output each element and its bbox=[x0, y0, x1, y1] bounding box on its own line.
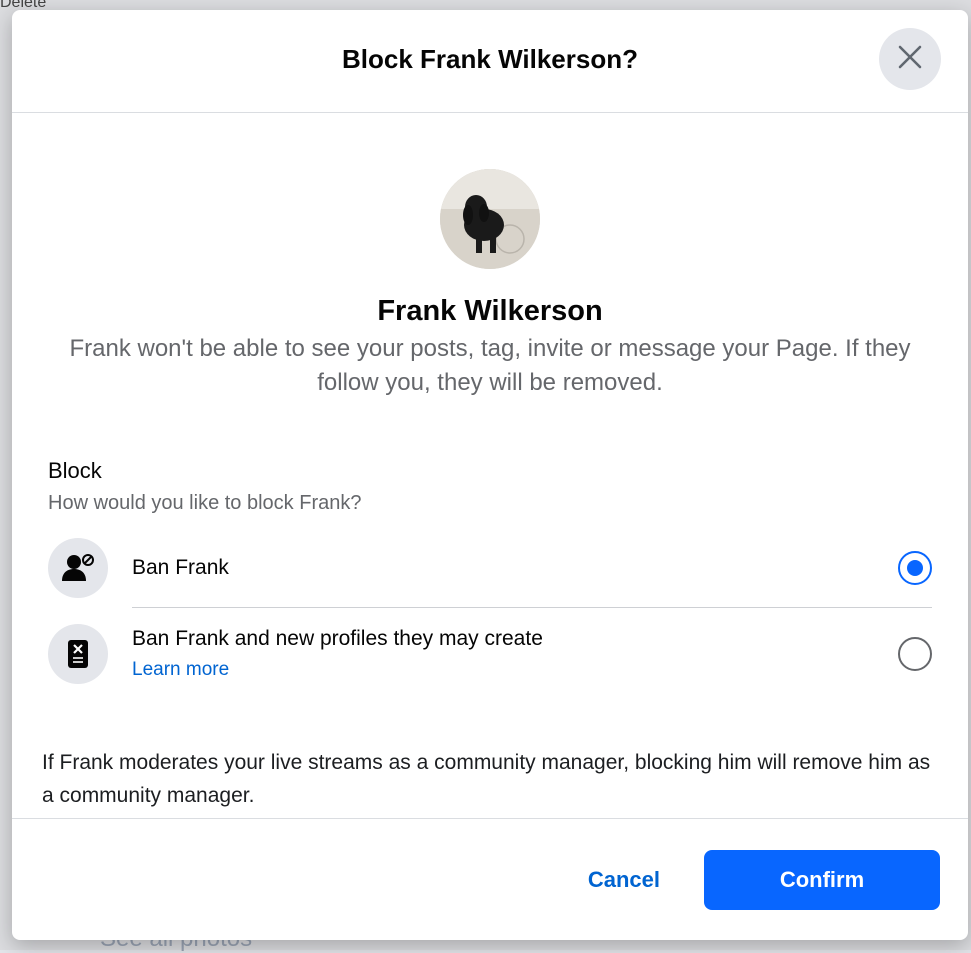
block-subheading: How would you like to block Frank? bbox=[48, 492, 362, 514]
option-label: Ban Frank bbox=[132, 556, 229, 579]
dialog-title: Block Frank Wilkerson? bbox=[342, 43, 638, 74]
block-options-section: Block How would you like to block Frank?… bbox=[12, 458, 968, 700]
option-ban-new-profiles[interactable]: Ban Frank and new profiles they may crea… bbox=[48, 608, 932, 700]
community-manager-note: If Frank moderates your live streams as … bbox=[42, 751, 931, 807]
radio-ban-selected[interactable] bbox=[898, 551, 932, 585]
block-heading: Block bbox=[48, 458, 102, 483]
dialog-footer: Cancel Confirm bbox=[12, 818, 968, 940]
dialog-header: Block Frank Wilkerson? bbox=[12, 10, 968, 113]
profile-name: Frank Wilkerson bbox=[377, 295, 603, 327]
confirm-button[interactable]: Confirm bbox=[704, 849, 940, 910]
option-ban[interactable]: Ban Frank bbox=[48, 529, 932, 607]
cancel-button[interactable]: Cancel bbox=[558, 851, 690, 909]
profile-section: Frank Wilkerson Frank won't be able to s… bbox=[12, 113, 968, 400]
avatar bbox=[440, 169, 540, 269]
close-icon bbox=[897, 44, 923, 75]
close-button[interactable] bbox=[879, 28, 941, 90]
learn-more-link[interactable]: Learn more bbox=[132, 659, 229, 681]
document-x-icon bbox=[48, 624, 108, 684]
person-ban-icon bbox=[48, 538, 108, 598]
radio-ban-new-profiles[interactable] bbox=[898, 637, 932, 671]
block-dialog: Block Frank Wilkerson? Frank Wilkerson F… bbox=[12, 10, 968, 940]
option-label: Ban Frank and new profiles they may crea… bbox=[132, 627, 543, 650]
profile-description: Frank won't be able to see your posts, t… bbox=[69, 335, 911, 396]
